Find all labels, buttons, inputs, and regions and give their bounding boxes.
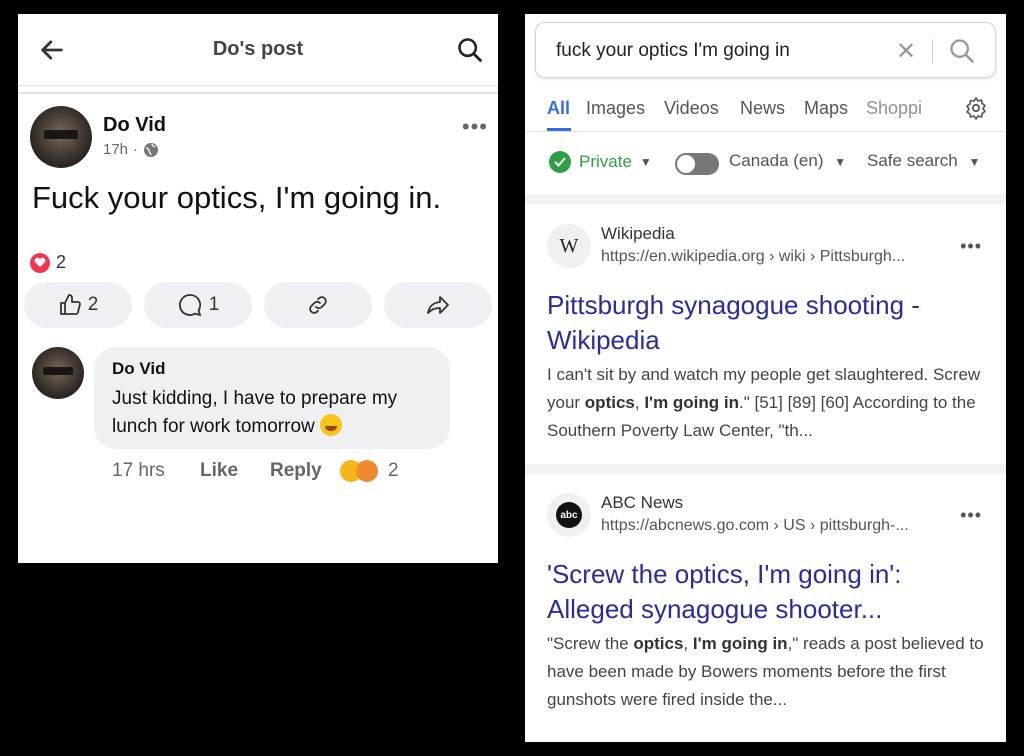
search-bar[interactable]: fuck your optics I'm going in ✕ <box>535 22 996 78</box>
safe-search-filter[interactable]: Safe search ▼ <box>867 151 980 171</box>
meta-separator: · <box>133 141 139 158</box>
post-time[interactable]: 17h <box>103 141 128 158</box>
comment-bubble: Do Vid Just kidding, I have to prepare m… <box>94 347 450 449</box>
result-url[interactable]: https://en.wikipedia.org › wiki › Pittsb… <box>601 248 961 266</box>
comment-icon <box>178 294 202 317</box>
result-snippet: I can't sit by and watch my people get s… <box>547 365 981 440</box>
more-options-icon[interactable]: ••• <box>960 505 982 526</box>
comment-actions: 17 hrs Like Reply 2 <box>112 460 399 482</box>
result-title[interactable]: 'Screw the optics, I'm going in': Allege… <box>547 557 977 627</box>
private-filter[interactable]: Private ▼ <box>549 151 652 173</box>
abc-news-icon: abc <box>547 493 591 537</box>
avatar[interactable] <box>30 106 92 168</box>
facebook-post-panel: Do's post Do Vid 17h · ••• Fuck your opt… <box>18 14 498 563</box>
reaction-summary[interactable]: 2 <box>30 252 66 273</box>
region-toggle[interactable] <box>675 153 719 175</box>
comment-reply-button[interactable]: Reply <box>270 460 340 482</box>
thumbs-up-icon <box>59 294 81 315</box>
result-snippet: "Screw the optics, I'm going in," reads … <box>547 634 984 709</box>
like-button[interactable]: 2 <box>24 282 132 328</box>
more-options-icon[interactable]: ••• <box>462 114 488 140</box>
chevron-down-icon: ▼ <box>968 155 981 169</box>
reaction-count: 2 <box>56 252 67 272</box>
search-input[interactable]: fuck your optics I'm going in <box>556 40 790 62</box>
laughing-emoji-icon <box>320 414 343 436</box>
share-button[interactable] <box>384 282 492 328</box>
like-count: 2 <box>87 294 99 315</box>
post-author[interactable]: Do Vid <box>103 114 166 137</box>
search-icon[interactable] <box>948 37 976 65</box>
check-icon <box>549 151 571 173</box>
wikipedia-icon: W <box>547 224 591 268</box>
result-site-name[interactable]: Wikipedia <box>601 224 675 244</box>
comment-time[interactable]: 17 hrs <box>112 460 200 482</box>
search-results-panel: fuck your optics I'm going in ✕ All Imag… <box>525 14 1006 742</box>
search-result: abc ABC News https://abcnews.go.com › US… <box>525 493 1006 733</box>
share-icon <box>427 296 449 314</box>
comment-avatar[interactable] <box>32 347 84 399</box>
post-meta: 17h · <box>103 141 159 158</box>
divider <box>932 39 933 63</box>
clear-icon[interactable]: ✕ <box>896 37 916 66</box>
search-filters: Private ▼ Canada (en) ▼ Safe search ▼ <box>525 148 1006 178</box>
result-url[interactable]: https://abcnews.go.com › US › pittsburgh… <box>601 517 961 535</box>
region-filter[interactable]: Canada (en) ▼ <box>729 151 846 171</box>
private-label: Private <box>579 152 632 171</box>
gear-icon[interactable] <box>964 96 988 120</box>
comment-button[interactable]: 1 <box>144 282 252 328</box>
tab-news[interactable]: News <box>740 98 785 119</box>
chevron-down-icon: ▼ <box>639 155 652 169</box>
safe-search-label: Safe search <box>867 151 958 170</box>
result-site-name[interactable]: ABC News <box>601 493 683 513</box>
tab-videos[interactable]: Videos <box>664 98 719 119</box>
care-reaction-icon <box>356 460 378 482</box>
globe-icon <box>144 142 159 157</box>
more-options-icon[interactable]: ••• <box>960 236 982 257</box>
tab-shopping[interactable]: Shoppi <box>866 98 922 119</box>
region-label: Canada (en) <box>729 151 824 170</box>
copy-link-button[interactable] <box>264 282 372 328</box>
post-header: Do's post <box>18 14 498 86</box>
section-divider <box>525 464 1006 474</box>
tab-maps[interactable]: Maps <box>804 98 848 119</box>
tab-all[interactable]: All <box>547 98 570 119</box>
comment-like-button[interactable]: Like <box>200 460 270 482</box>
active-tab-indicator <box>547 128 571 131</box>
search-tabs: All Images Videos News Maps Shoppi <box>525 94 1006 132</box>
comment-count: 1 <box>208 294 220 315</box>
divider <box>18 92 498 94</box>
tab-images[interactable]: Images <box>586 98 645 119</box>
comment-reaction-count[interactable]: 2 <box>388 460 399 482</box>
link-icon <box>309 296 327 314</box>
result-title[interactable]: Pittsburgh synagogue shooting - Wikipedi… <box>547 288 977 358</box>
chevron-down-icon: ▼ <box>834 155 847 169</box>
comment-author[interactable]: Do Vid <box>112 359 166 379</box>
page-title: Do's post <box>212 38 304 60</box>
love-reaction-icon <box>30 252 50 273</box>
comment-text-block: Just kidding, I have to prepare my lunch… <box>112 385 442 441</box>
search-result: W Wikipedia https://en.wikipedia.org › w… <box>525 224 1006 464</box>
post-text: Fuck your optics, I'm going in. <box>32 180 442 215</box>
search-icon[interactable] <box>456 36 484 64</box>
section-divider <box>525 194 1006 204</box>
comment-text: Just kidding, I have to prepare my lunch… <box>112 388 398 437</box>
